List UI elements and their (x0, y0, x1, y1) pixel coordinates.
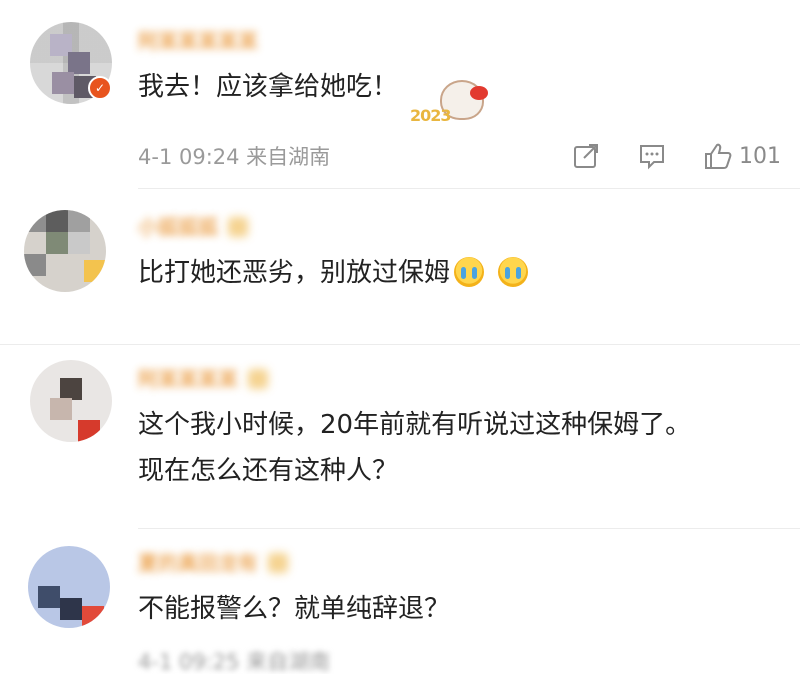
crying-face-emoji (498, 257, 529, 287)
share-button[interactable] (572, 142, 600, 170)
share-icon (574, 144, 598, 168)
comment-text-content: 我去！应该拿给她吃！ (138, 72, 399, 102)
sticker-year: 2023 (410, 106, 452, 125)
divider (138, 188, 800, 189)
crying-face-emoji (454, 257, 485, 287)
divider (0, 344, 800, 345)
comment-meta: 4-1 09:25 来自湖南 (138, 650, 331, 674)
bow-icon (470, 86, 488, 100)
username[interactable]: 夏的真田龙有 (138, 552, 288, 574)
comment-text-content: 比打她还恶劣，别放过保姆 (138, 258, 451, 288)
comment-text-content: 不能报警么？就单纯辞退？ (138, 594, 451, 624)
comment-text: 不能报警么？就单纯辞退？ (138, 588, 770, 630)
username[interactable]: 阿某某某某 (138, 368, 268, 390)
divider (138, 528, 800, 529)
username[interactable]: 小狐狐狐 (138, 216, 248, 238)
sticker-image: 2023 (410, 80, 500, 128)
thumbs-up-icon (705, 143, 732, 169)
comment-button[interactable] (638, 142, 666, 170)
comment-icon (640, 145, 664, 170)
comment-text: 这个我小时候，20年前就有听说过这种保姆了。 现在怎么还有这种人？ (138, 404, 770, 492)
comment-meta: 4-1 09:24 来自湖南 (138, 145, 331, 169)
like-button[interactable]: 101 (703, 142, 781, 170)
comment-text-line: 现在怎么还有这种人？ (138, 456, 399, 486)
avatar[interactable] (28, 546, 110, 628)
avatar[interactable] (30, 360, 112, 442)
verified-badge-icon: ✓ (88, 76, 112, 100)
comment-text-line: 这个我小时候，20年前就有听说过这种保姆了。 (138, 410, 692, 440)
comment-text: 比打她还恶劣，别放过保姆 (138, 252, 770, 294)
like-count: 101 (739, 143, 781, 169)
username[interactable]: 阿某某某某某 (138, 30, 258, 52)
avatar[interactable] (24, 210, 106, 292)
